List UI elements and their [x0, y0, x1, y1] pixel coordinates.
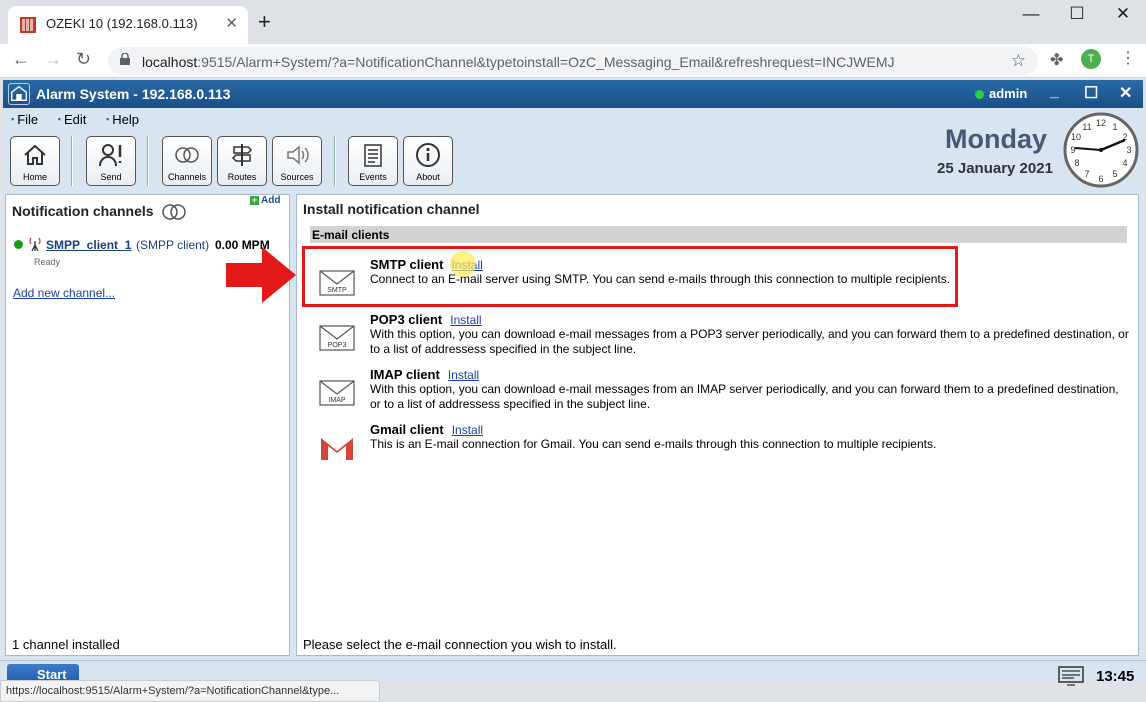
- svg-text:6: 6: [1098, 174, 1103, 184]
- channels-icon: [175, 147, 199, 163]
- plus-icon: +: [250, 195, 259, 205]
- sources-icon: [287, 145, 309, 165]
- app-minimize-button[interactable]: _: [1050, 83, 1059, 101]
- panel-title: Notification channels: [12, 203, 154, 219]
- gmail-client-name: Gmail client Install: [370, 422, 484, 437]
- maximize-window-button[interactable]: ☐: [1054, 4, 1100, 24]
- url-text: localhost:9515/Alarm+System/?a=Notificat…: [142, 54, 895, 70]
- svg-text:4: 4: [1122, 158, 1127, 168]
- app-title: Alarm System - 192.168.0.113: [36, 86, 231, 102]
- imap-client-name: IMAP client Install: [370, 367, 480, 382]
- routes-icon: [231, 144, 253, 166]
- toolbar-sources-button[interactable]: Sources: [272, 136, 322, 186]
- menu-help[interactable]: Help: [106, 112, 139, 127]
- toolbar-separator: [71, 136, 73, 186]
- forward-button[interactable]: →: [44, 49, 62, 70]
- user-name[interactable]: admin: [989, 86, 1027, 101]
- antenna-icon: [29, 237, 41, 251]
- events-icon: [364, 144, 382, 167]
- toolbar-routes-button[interactable]: Routes: [217, 136, 267, 186]
- ozeki-favicon-icon: [20, 17, 36, 33]
- svg-text:5: 5: [1112, 169, 1117, 179]
- send-icon: [99, 144, 122, 167]
- install-gmail-link[interactable]: Install: [452, 423, 483, 437]
- menu-edit[interactable]: Edit: [58, 112, 87, 127]
- add-channel-button[interactable]: + Add: [250, 195, 280, 206]
- toolbar-separator: [147, 136, 149, 186]
- analog-clock-icon: 12 123 4567 891011: [1063, 112, 1139, 188]
- menu-bar: File Edit Help: [11, 112, 155, 127]
- section-header: E-mail clients: [310, 226, 1127, 243]
- svg-text:9: 9: [1070, 145, 1075, 155]
- svg-text:1: 1: [1112, 122, 1117, 132]
- online-status-icon: [975, 90, 984, 99]
- svg-text:10: 10: [1071, 132, 1081, 142]
- current-day: Monday: [945, 124, 1048, 154]
- bookmark-star-icon[interactable]: ☆: [1011, 51, 1026, 71]
- close-window-button[interactable]: ✕: [1100, 4, 1146, 24]
- lock-icon: [120, 53, 130, 65]
- link-status-bar: https://localhost:9515/Alarm+System/?a=N…: [0, 680, 380, 702]
- toolbar-about-button[interactable]: About: [403, 136, 453, 186]
- toolbar-home-button[interactable]: Home: [10, 136, 60, 186]
- reload-button[interactable]: ↻: [76, 49, 91, 70]
- svg-text:IMAP: IMAP: [328, 397, 345, 404]
- back-button[interactable]: ←: [12, 49, 30, 70]
- pop3-icon: POP3: [319, 325, 355, 351]
- install-imap-link[interactable]: Install: [448, 368, 479, 382]
- panel-title: Install notification channel: [303, 201, 480, 217]
- channels-icon: [162, 204, 186, 220]
- app-maximize-button[interactable]: ☐: [1084, 83, 1098, 103]
- extensions-icon[interactable]: ✤: [1050, 50, 1063, 70]
- svg-text:12: 12: [1096, 118, 1106, 128]
- tab-close-icon[interactable]: ✕: [225, 14, 238, 32]
- add-new-channel-link[interactable]: Add new channel...: [13, 286, 115, 300]
- address-bar-row: ← → ↻ localhost:9515/Alarm+System/?a=Not…: [0, 44, 1146, 78]
- current-date: 25 January 2021: [937, 160, 1053, 177]
- channel-status: Ready: [34, 257, 61, 267]
- browser-tab[interactable]: OZEKI 10 (192.168.0.113) ✕: [8, 6, 248, 44]
- svg-text:3: 3: [1126, 145, 1131, 155]
- svg-text:POP3: POP3: [328, 342, 347, 349]
- channel-status-icon: [14, 240, 23, 249]
- menu-file[interactable]: File: [11, 112, 38, 127]
- toolbar-events-button[interactable]: Events: [348, 136, 398, 186]
- app-header: Alarm System - 192.168.0.113 admin _ ☐ ✕: [3, 80, 1143, 108]
- channel-type: (SMPP client): [136, 238, 210, 252]
- smtp-highlight-box: [302, 246, 958, 307]
- install-pop3-link[interactable]: Install: [450, 313, 481, 327]
- toolbar-separator: [334, 136, 336, 186]
- svg-text:11: 11: [1082, 122, 1091, 132]
- app-body: File Edit Help Home Send Channels Routes…: [3, 108, 1143, 660]
- channel-link[interactable]: SMPP_client_1: [46, 238, 131, 252]
- about-icon: [416, 143, 440, 167]
- ozeki-logo-icon: [8, 83, 30, 105]
- svg-text:7: 7: [1084, 169, 1089, 179]
- channels-installed-count: 1 channel installed: [12, 637, 120, 652]
- browser-tabbar: OZEKI 10 (192.168.0.113) ✕ + — ☐ ✕: [0, 0, 1146, 44]
- install-hint: Please select the e-mail connection you …: [303, 637, 617, 652]
- minimize-window-button[interactable]: —: [1008, 4, 1054, 24]
- monitor-icon[interactable]: [1058, 666, 1084, 686]
- gmail-client-description: This is an E-mail connection for Gmail. …: [370, 437, 937, 451]
- home-icon: [24, 144, 46, 165]
- clock-time: 13:45: [1096, 668, 1135, 685]
- pop3-client-description: With this option, you can download e-mai…: [370, 327, 1129, 356]
- gmail-icon: [321, 438, 353, 460]
- new-tab-button[interactable]: +: [258, 11, 271, 33]
- url-input[interactable]: localhost:9515/Alarm+System/?a=Notificat…: [108, 47, 1038, 75]
- imap-client-description: With this option, you can download e-mai…: [370, 382, 1119, 411]
- profile-avatar[interactable]: T: [1081, 49, 1101, 69]
- app-close-button[interactable]: ✕: [1119, 83, 1132, 103]
- svg-text:8: 8: [1074, 158, 1079, 168]
- browser-menu-icon[interactable]: ⋮: [1120, 48, 1136, 68]
- tab-title: OZEKI 10 (192.168.0.113): [46, 16, 198, 31]
- toolbar-send-button[interactable]: Send: [86, 136, 136, 186]
- pop3-client-name: POP3 client Install: [370, 312, 482, 327]
- red-arrow-icon: [226, 247, 296, 303]
- app-taskbar: Start 13:45: [0, 660, 1146, 686]
- imap-icon: IMAP: [319, 380, 355, 406]
- toolbar-channels-button[interactable]: Channels: [162, 136, 212, 186]
